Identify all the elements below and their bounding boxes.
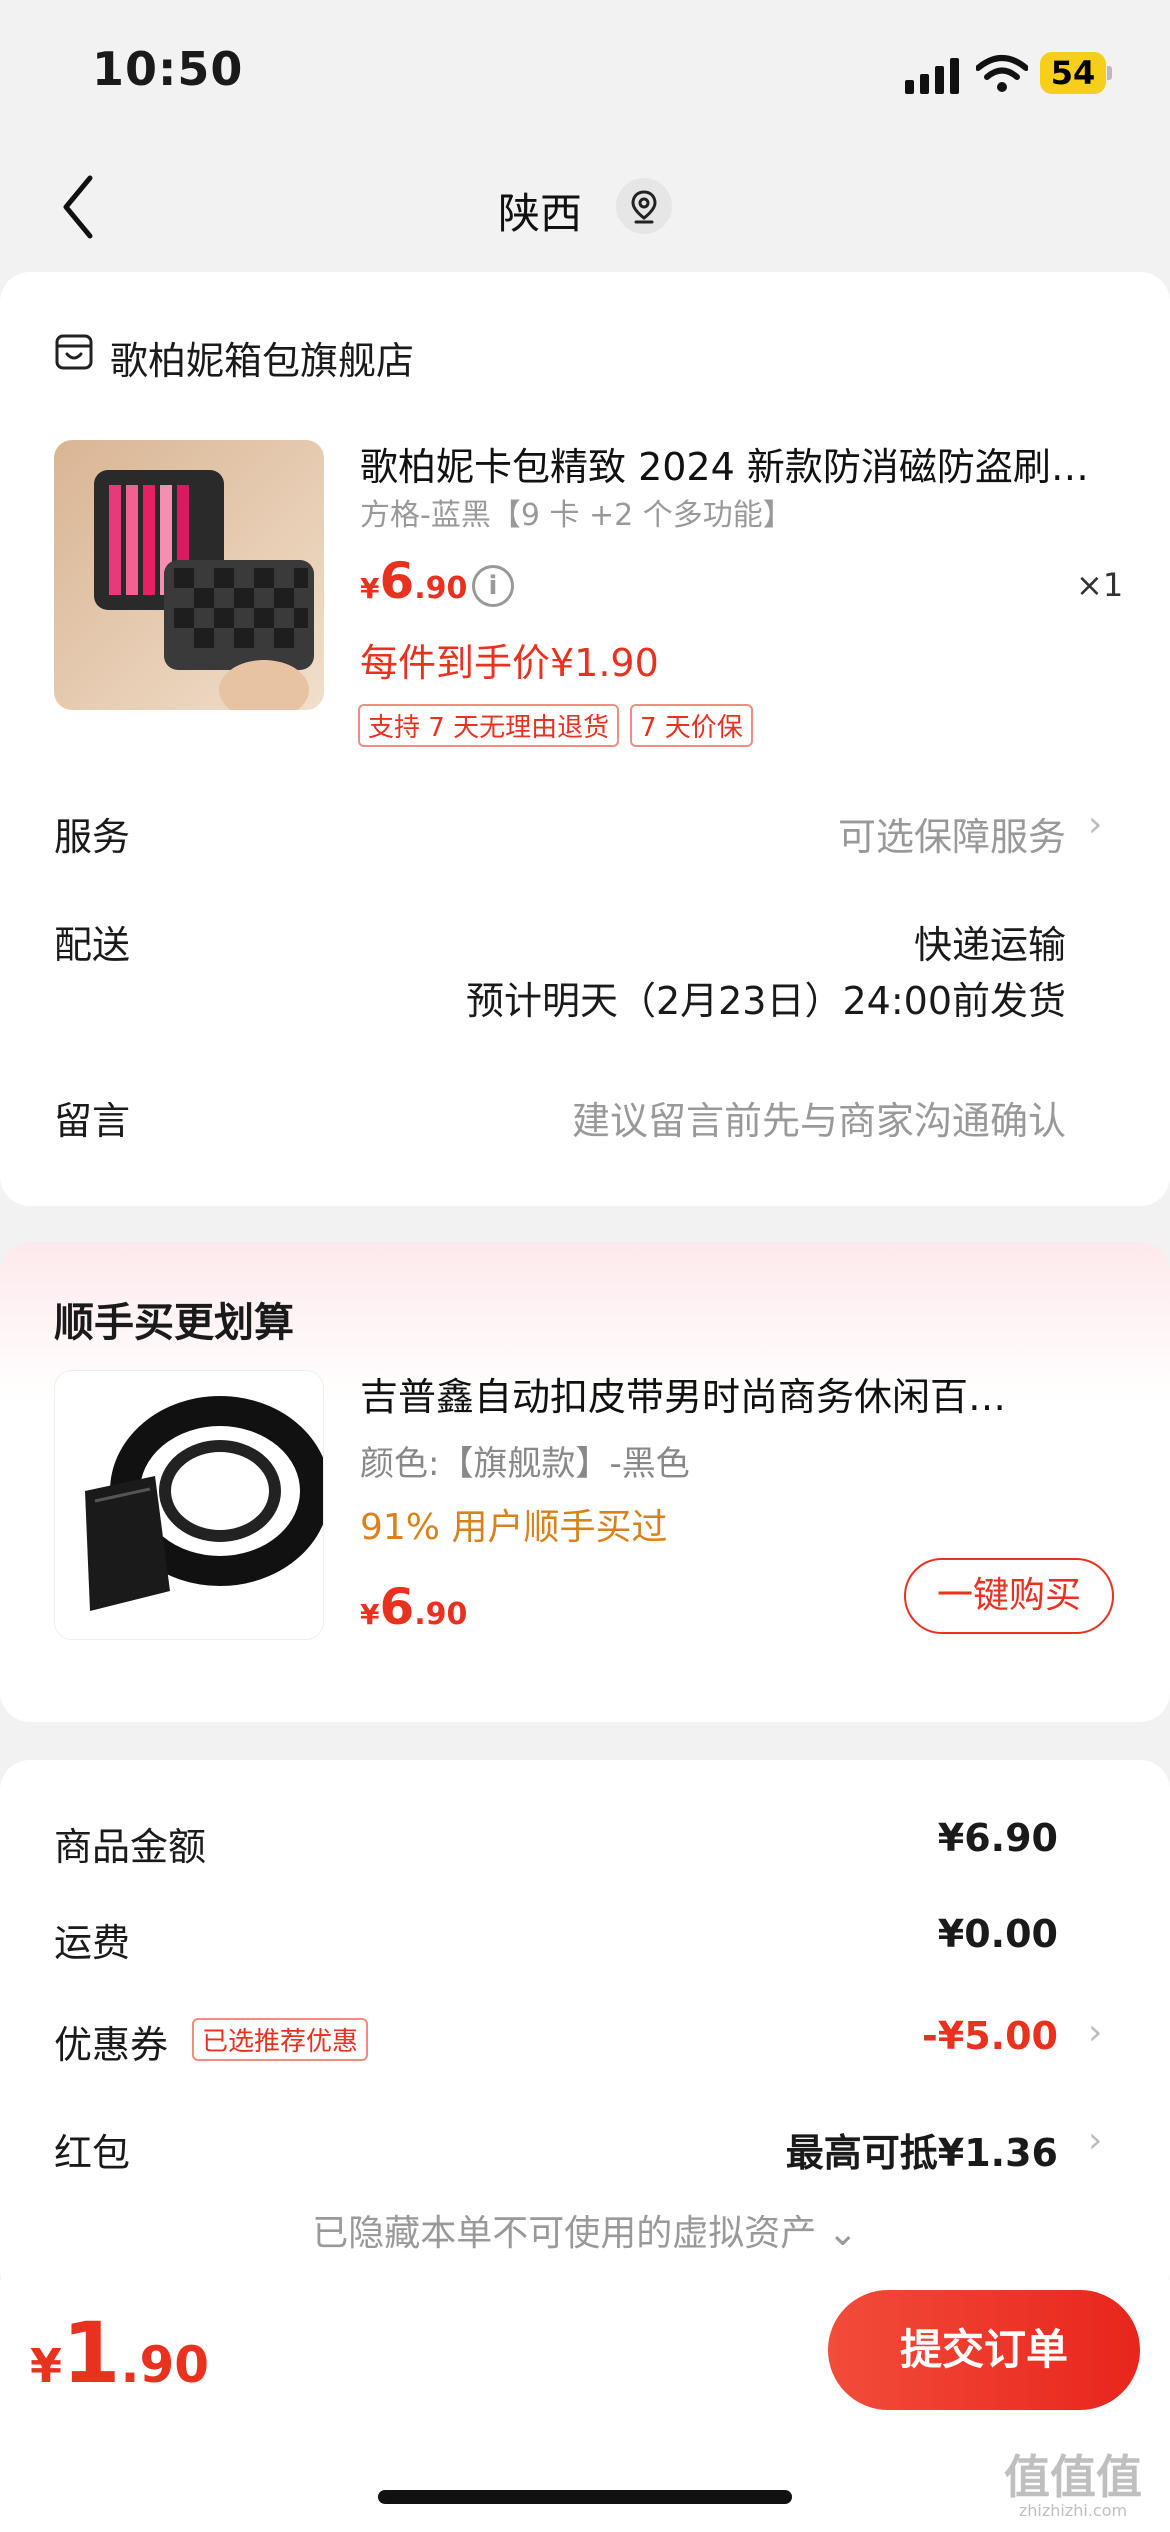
amount-value: ¥6.90 xyxy=(937,1816,1058,1860)
return-policy-tag: 支持 7 天无理由退货 xyxy=(358,704,620,747)
hidden-assets-toggle[interactable]: 已隐藏本单不可使用的虚拟资产 ⌄ xyxy=(0,2204,1170,2256)
page-title[interactable]: 陕西 xyxy=(0,180,1080,241)
shipping-label: 配送 xyxy=(54,923,131,967)
upsell-social-proof: 91% 用户顺手买过 xyxy=(360,1507,668,1548)
coupon-value[interactable]: -¥5.00 xyxy=(922,2014,1058,2058)
watermark-logo: 值值值 zhizhizhi.com xyxy=(1004,2450,1142,2520)
product-quantity[interactable]: ×1 xyxy=(1076,566,1123,604)
upsell-product-image[interactable] xyxy=(54,1370,324,1640)
battery-level: 54 xyxy=(1040,52,1106,94)
final-price: 每件到手价¥1.90 xyxy=(360,641,659,685)
submit-order-button[interactable]: 提交订单 xyxy=(828,2290,1140,2410)
shipping-fee-label: 运费 xyxy=(54,1921,131,1965)
product-spec[interactable]: 方格-蓝黑【9 卡 +2 个多功能】 xyxy=(360,490,793,534)
chevron-right-icon[interactable]: › xyxy=(1088,804,1102,845)
info-icon[interactable]: i xyxy=(472,565,514,607)
one-click-buy-button[interactable]: 一键购买 xyxy=(904,1558,1114,1634)
total-price: ¥1.90 xyxy=(30,2304,210,2402)
product-price: ¥6.90 xyxy=(360,552,468,610)
product-image[interactable] xyxy=(54,440,324,710)
coupon-badge: 已选推荐优惠 xyxy=(192,2018,369,2061)
redpacket-label: 红包 xyxy=(54,2131,131,2175)
message-label: 留言 xyxy=(54,1099,131,1143)
upsell-section-title: 顺手买更划算 xyxy=(54,1300,294,1346)
battery-icon: 54 xyxy=(1040,52,1112,94)
amount-label: 商品金额 xyxy=(54,1825,207,1869)
home-indicator[interactable] xyxy=(378,2490,792,2504)
shipping-fee-value: ¥0.00 xyxy=(937,1912,1058,1956)
upsell-title[interactable]: 吉普鑫自动扣皮带男时尚商务休闲百… xyxy=(360,1366,1090,1421)
service-label: 服务 xyxy=(54,815,131,859)
shipping-eta: 预计明天（2月23日）24:00前发货 xyxy=(465,979,1066,1023)
wifi-icon xyxy=(976,55,1028,92)
message-input[interactable]: 建议留言前先与商家沟通确认 xyxy=(572,1090,1066,1145)
status-time: 10:50 xyxy=(92,42,244,96)
location-pin-icon[interactable] xyxy=(616,178,672,234)
shop-icon xyxy=(55,334,93,370)
redpacket-value[interactable]: 最高可抵¥1.36 xyxy=(786,2122,1058,2177)
chevron-right-icon[interactable]: › xyxy=(1088,2120,1102,2161)
shipping-method: 快递运输 xyxy=(913,923,1066,967)
chevron-right-icon[interactable]: › xyxy=(1088,2012,1102,2053)
upsell-spec: 颜色:【旗舰款】-黑色 xyxy=(360,1444,690,1484)
upsell-price: ¥6.90 xyxy=(360,1578,468,1636)
service-value[interactable]: 可选保障服务 xyxy=(838,806,1066,861)
product-title[interactable]: 歌柏妮卡包精致 2024 新款防消磁防盗刷… xyxy=(360,436,1120,491)
cellular-signal-icon xyxy=(905,58,959,94)
price-protect-tag: 7 天价保 xyxy=(630,704,753,747)
shop-name[interactable]: 歌柏妮箱包旗舰店 xyxy=(110,330,414,385)
coupon-label: 优惠券 xyxy=(54,2023,169,2067)
